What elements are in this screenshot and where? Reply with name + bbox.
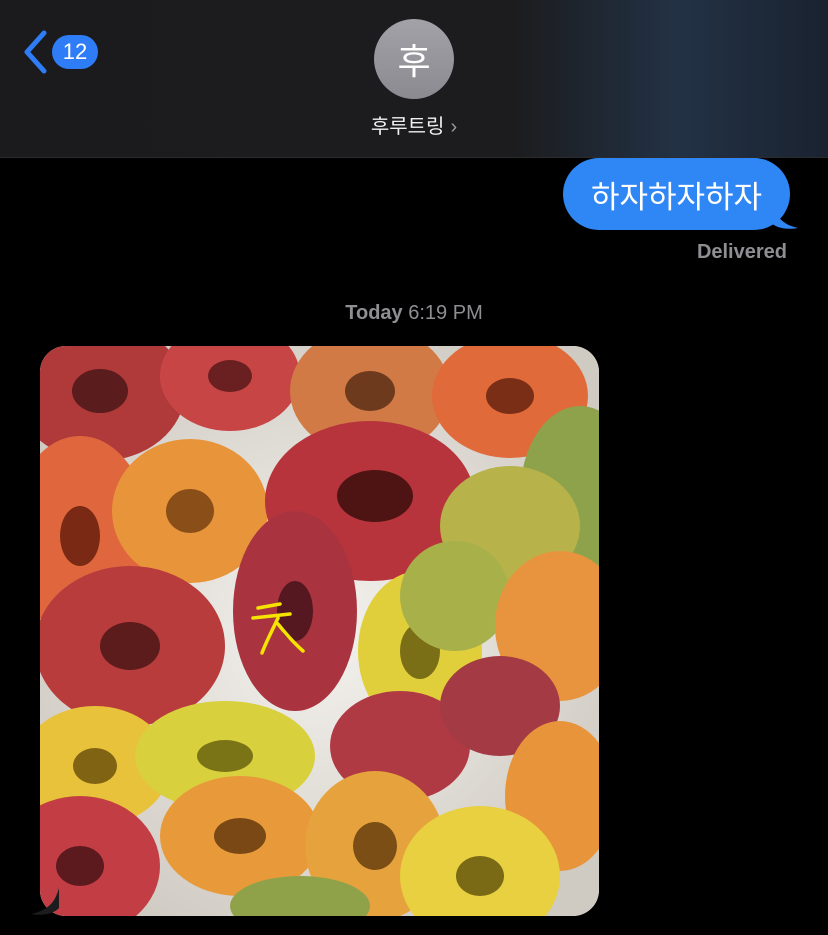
outgoing-message-bubble[interactable]: 하자하자하자 <box>563 158 790 230</box>
avatar[interactable]: 후 <box>374 19 454 99</box>
avatar-initial: 후 <box>397 41 431 82</box>
conversation-header: 12 후 후루트링 › <box>0 0 828 158</box>
cereal-photo[interactable] <box>40 346 599 916</box>
cereal-photo-image <box>40 346 599 916</box>
back-button[interactable]: 12 <box>22 28 98 76</box>
unread-count-badge: 12 <box>52 35 98 69</box>
bubble-tail-icon <box>31 888 59 915</box>
chevron-right-icon: › <box>450 116 458 138</box>
contact-name: 후루트링 <box>370 116 445 138</box>
contact-name-button[interactable]: 후루트링 › <box>0 110 828 139</box>
outgoing-message-text: 하자하자하자 <box>590 179 763 215</box>
timestamp-time: 6:19 PM <box>408 302 483 324</box>
message-timestamp: Today 6:19 PM <box>0 302 828 325</box>
delivery-status: Delivered <box>696 241 787 263</box>
timestamp-day: Today <box>345 302 403 324</box>
bubble-tail-icon <box>770 196 798 229</box>
chevron-left-icon <box>24 30 47 74</box>
incoming-photo-message[interactable] <box>40 346 599 916</box>
